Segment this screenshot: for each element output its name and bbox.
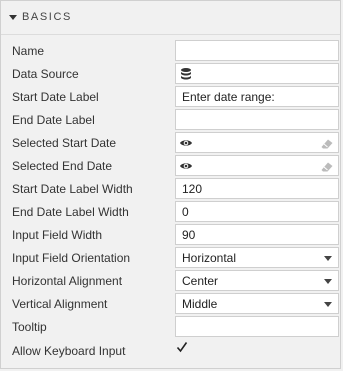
eraser-icon[interactable] — [321, 161, 333, 172]
row-end-date-label: End Date Label — [1, 109, 340, 132]
eye-icon[interactable] — [179, 159, 193, 173]
row-horizontal-alignment: Horizontal Alignment Center — [1, 270, 340, 293]
label-allow-keyboard-input: Allow Keyboard Input — [12, 344, 126, 358]
allow-keyboard-input-checkbox[interactable] — [175, 340, 189, 354]
label-name: Name — [12, 44, 45, 58]
vertical-alignment-select[interactable]: Middle — [175, 293, 339, 314]
section-header-basics[interactable]: BASICS — [1, 1, 340, 35]
horizontal-alignment-select[interactable]: Center — [175, 270, 339, 291]
chevron-down-icon[interactable] — [324, 279, 332, 284]
input-field-orientation-select[interactable]: Horizontal — [175, 247, 339, 268]
label-start-date-label-width: Start Date Label Width — [12, 182, 133, 196]
name-input[interactable] — [175, 40, 339, 61]
row-data-source: Data Source — [1, 63, 340, 86]
end-date-label-width-input[interactable]: 0 — [175, 201, 339, 222]
caret-down-icon[interactable] — [9, 15, 17, 20]
label-end-date-label-width: End Date Label Width — [12, 205, 129, 219]
row-input-field-orientation: Input Field Orientation Horizontal — [1, 247, 340, 270]
row-start-date-label-width: Start Date Label Width 120 — [1, 178, 340, 201]
eye-icon[interactable] — [179, 136, 193, 150]
chevron-down-icon[interactable] — [324, 302, 332, 307]
label-vertical-alignment: Vertical Alignment — [12, 297, 108, 311]
row-start-date-label: Start Date Label Enter date range: — [1, 86, 340, 109]
start-date-label-width-input[interactable]: 120 — [175, 178, 339, 199]
start-date-label-input[interactable]: Enter date range: — [175, 86, 339, 107]
row-tooltip: Tooltip — [1, 316, 340, 339]
end-date-label-input[interactable] — [175, 109, 339, 130]
label-tooltip: Tooltip — [12, 320, 47, 334]
row-selected-start-date: Selected Start Date — [1, 132, 340, 155]
tooltip-input[interactable] — [175, 316, 339, 337]
database-icon[interactable] — [179, 67, 193, 81]
eraser-icon[interactable] — [321, 138, 333, 149]
checkmark-icon — [176, 342, 188, 353]
label-end-date-label: End Date Label — [12, 113, 95, 127]
row-name: Name — [1, 40, 340, 63]
row-allow-keyboard-input: Allow Keyboard Input — [1, 340, 340, 363]
input-field-width-input[interactable]: 90 — [175, 224, 339, 245]
label-start-date-label: Start Date Label — [12, 90, 99, 104]
chevron-down-icon[interactable] — [324, 256, 332, 261]
label-input-field-width: Input Field Width — [12, 228, 103, 242]
row-end-date-label-width: End Date Label Width 0 — [1, 201, 340, 224]
row-vertical-alignment: Vertical Alignment Middle — [1, 293, 340, 316]
row-selected-end-date: Selected End Date — [1, 155, 340, 178]
selected-start-date-field[interactable] — [175, 132, 339, 153]
label-selected-start-date: Selected Start Date — [12, 136, 117, 150]
label-horizontal-alignment: Horizontal Alignment — [12, 274, 123, 288]
properties-panel: BASICS Name Data Source Start Date Label… — [0, 0, 341, 369]
label-input-field-orientation: Input Field Orientation — [12, 251, 131, 265]
label-data-source: Data Source — [12, 67, 79, 81]
selected-end-date-field[interactable] — [175, 155, 339, 176]
label-selected-end-date: Selected End Date — [12, 159, 113, 173]
data-source-field[interactable] — [175, 63, 339, 84]
section-title: BASICS — [22, 11, 72, 23]
row-input-field-width: Input Field Width 90 — [1, 224, 340, 247]
